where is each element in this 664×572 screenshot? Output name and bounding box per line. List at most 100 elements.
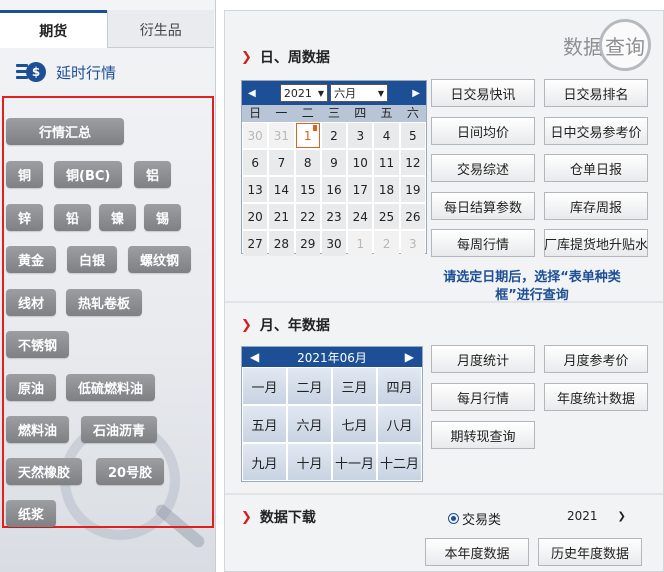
warehouse-premium-button[interactable]: 厂库提货地升贴水 (544, 229, 648, 257)
commodity-button[interactable]: 线材 (6, 289, 57, 316)
calendar-day[interactable]: 10 (348, 150, 373, 175)
calendar-day[interactable]: 19 (400, 177, 425, 202)
annual-stats-button[interactable]: 年度统计数据 (544, 383, 648, 411)
market-summary-button[interactable]: 行情汇总 (6, 118, 124, 145)
calendar-day[interactable]: 1 (348, 231, 373, 256)
commodity-button[interactable]: 石油沥青 (81, 416, 158, 443)
prev-month-icon[interactable]: ◀ (248, 88, 256, 99)
trade-type-radio[interactable]: 交易类 (448, 509, 501, 528)
weekly-market-button[interactable]: 每周行情 (431, 229, 535, 257)
calendar-day[interactable]: 18 (374, 177, 399, 202)
month-cell[interactable]: 八月 (378, 406, 421, 442)
calendar-day[interactable]: 4 (374, 123, 399, 148)
calendar-day[interactable]: 6 (243, 150, 268, 175)
current-year-data-button[interactable]: 本年度数据 (425, 538, 529, 566)
calendar-day[interactable]: 13 (243, 177, 268, 202)
month-cell[interactable]: 二月 (288, 368, 331, 404)
monthly-market-button[interactable]: 每月行情 (431, 383, 535, 411)
calendar-day[interactable]: 11 (374, 150, 399, 175)
daily-flash-button[interactable]: 日交易快讯 (431, 79, 535, 107)
calendar-day[interactable]: 1 (295, 123, 320, 148)
calendar-day[interactable]: 23 (321, 204, 347, 229)
commodity-button[interactable]: 热轧卷板 (66, 289, 143, 316)
next-month-icon[interactable]: ▶ (412, 88, 420, 99)
month-cell[interactable]: 十一月 (333, 444, 376, 480)
download-year-select[interactable]: 2021 ❯ (567, 509, 626, 523)
monthly-stats-button[interactable]: 月度统计 (431, 345, 535, 373)
efp-query-button[interactable]: 期转现查询 (431, 421, 535, 449)
calendar-day[interactable]: 30 (321, 231, 347, 256)
commodity-button[interactable]: 纸浆 (6, 500, 57, 527)
commodity-button[interactable]: 镍 (99, 204, 137, 231)
calendar-day[interactable]: 7 (269, 150, 294, 175)
commodity-button[interactable]: 锡 (144, 204, 182, 231)
prev-year-icon[interactable]: ◀ (250, 350, 259, 364)
calendar-day[interactable]: 27 (243, 231, 268, 256)
commodity-button[interactable]: 20号胶 (96, 458, 165, 485)
tab-futures[interactable]: 期货 (0, 10, 107, 48)
section-divider (225, 493, 663, 495)
daily-settlement-params-button[interactable]: 每日结算参数 (431, 192, 535, 220)
commodity-button[interactable]: 白银 (67, 246, 118, 273)
calendar-day[interactable]: 16 (321, 177, 347, 202)
calendar-day[interactable]: 9 (321, 150, 347, 175)
delayed-quotes-heading[interactable]: $ 延时行情 (16, 60, 116, 84)
month-cell[interactable]: 四月 (378, 368, 421, 404)
month-picker-header: ◀ 2021年06月 ▶ (242, 347, 422, 367)
calendar-day[interactable]: 20 (243, 204, 268, 229)
commodity-button[interactable]: 天然橡胶 (6, 458, 83, 485)
month-cell[interactable]: 五月 (243, 406, 286, 442)
calendar-day[interactable]: 14 (269, 177, 294, 202)
month-cell[interactable]: 六月 (288, 406, 331, 442)
calendar-day[interactable]: 15 (295, 177, 320, 202)
monthly-reference-price-button[interactable]: 月度参考价 (544, 345, 648, 373)
historical-year-data-button[interactable]: 历史年度数据 (538, 538, 642, 566)
inventory-weekly-button[interactable]: 库存周报 (544, 192, 648, 220)
month-cell[interactable]: 一月 (243, 368, 286, 404)
commodity-button[interactable]: 原油 (6, 374, 57, 401)
commodity-button[interactable]: 不锈钢 (6, 331, 70, 358)
month-cell[interactable]: 十月 (288, 444, 331, 480)
calendar-day[interactable]: 22 (295, 204, 320, 229)
delayed-quotes-label: 延时行情 (56, 63, 117, 82)
calendar-day[interactable]: 3 (348, 123, 373, 148)
calendar-day[interactable]: 3 (400, 231, 425, 256)
calendar-day[interactable]: 5 (400, 123, 425, 148)
commodity-button[interactable]: 黄金 (6, 246, 57, 273)
warehouse-receipt-daily-button[interactable]: 仓单日报 (544, 154, 648, 182)
month-cell[interactable]: 九月 (243, 444, 286, 480)
intraday-reference-price-button[interactable]: 日中交易参考价 (544, 117, 648, 145)
commodity-button[interactable]: 螺纹钢 (128, 246, 192, 273)
calendar-day[interactable]: 26 (400, 204, 425, 229)
next-year-icon[interactable]: ▶ (405, 350, 414, 364)
month-cell[interactable]: 七月 (333, 406, 376, 442)
commodity-button[interactable]: 锌 (6, 204, 44, 231)
calendar-day[interactable]: 31 (269, 123, 294, 148)
commodity-button[interactable]: 铅 (54, 204, 92, 231)
commodity-button[interactable]: 铝 (134, 161, 172, 188)
calendar-day[interactable]: 21 (269, 204, 294, 229)
calendar-day[interactable]: 8 (295, 150, 320, 175)
month-cell[interactable]: 十二月 (378, 444, 421, 480)
month-cell[interactable]: 三月 (333, 368, 376, 404)
calendar-day[interactable]: 25 (374, 204, 399, 229)
year-select[interactable]: 2021 ▼ (279, 84, 329, 102)
weekday-label: 二 (301, 106, 314, 120)
daily-average-price-button[interactable]: 日间均价 (431, 117, 535, 145)
commodity-button[interactable]: 铜(BC) (54, 161, 123, 188)
calendar-day[interactable]: 12 (400, 150, 425, 175)
calendar-day[interactable]: 29 (295, 231, 320, 256)
tab-derivatives[interactable]: 衍生品 (106, 10, 214, 48)
calendar-day[interactable]: 17 (348, 177, 373, 202)
calendar-day[interactable]: 2 (321, 123, 347, 148)
calendar-day[interactable]: 24 (348, 204, 373, 229)
commodity-button[interactable]: 燃料油 (6, 416, 70, 443)
month-select[interactable]: 六月 ▼ (330, 84, 389, 102)
daily-ranking-button[interactable]: 日交易排名 (544, 79, 648, 107)
calendar-day[interactable]: 2 (374, 231, 399, 256)
calendar-day[interactable]: 30 (243, 123, 268, 148)
calendar-day[interactable]: 28 (269, 231, 294, 256)
trading-overview-button[interactable]: 交易综述 (431, 154, 535, 182)
commodity-button[interactable]: 铜 (6, 161, 44, 188)
commodity-button[interactable]: 低硫燃料油 (66, 374, 156, 401)
